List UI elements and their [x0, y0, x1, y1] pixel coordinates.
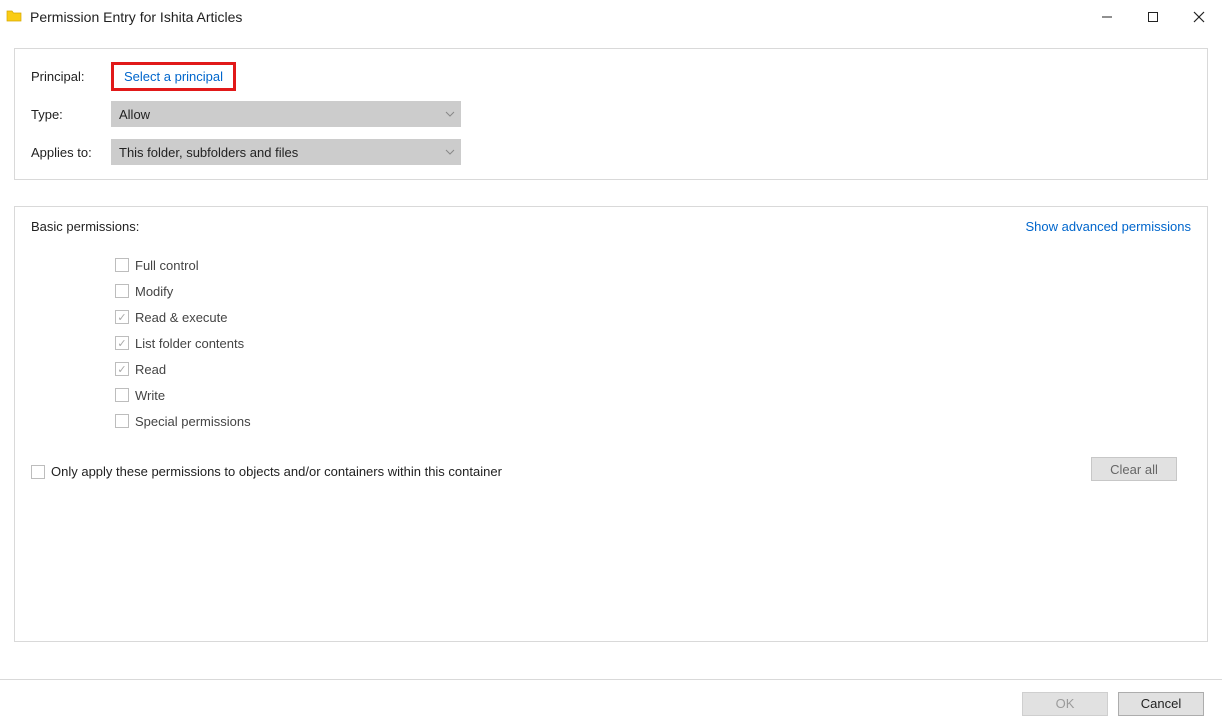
- maximize-button[interactable]: [1130, 0, 1176, 34]
- show-advanced-permissions-link[interactable]: Show advanced permissions: [1026, 219, 1191, 234]
- only-apply-checkbox[interactable]: [31, 465, 45, 479]
- close-button[interactable]: [1176, 0, 1222, 34]
- dialog-footer: OK Cancel: [0, 679, 1222, 727]
- permission-label: Read & execute: [135, 310, 228, 325]
- folder-icon: [6, 8, 22, 27]
- cancel-button[interactable]: Cancel: [1118, 692, 1204, 716]
- applies-to-dropdown[interactable]: This folder, subfolders and files: [111, 139, 461, 165]
- principal-label: Principal:: [31, 69, 111, 84]
- permissions-panel: Basic permissions: Show advanced permiss…: [14, 206, 1208, 642]
- permission-label: List folder contents: [135, 336, 244, 351]
- applies-to-label: Applies to:: [31, 145, 111, 160]
- permission-label: Special permissions: [135, 414, 251, 429]
- permission-label: Write: [135, 388, 165, 403]
- permission-item: Special permissions: [115, 408, 1191, 434]
- permission-item: Modify: [115, 278, 1191, 304]
- permission-checkbox[interactable]: [115, 336, 129, 350]
- permission-item: Read: [115, 356, 1191, 382]
- type-value: Allow: [119, 107, 150, 122]
- minimize-button[interactable]: [1084, 0, 1130, 34]
- permission-label: Full control: [135, 258, 199, 273]
- title-bar: Permission Entry for Ishita Articles: [0, 0, 1222, 34]
- permission-item: List folder contents: [115, 330, 1191, 356]
- permission-item: Read & execute: [115, 304, 1191, 330]
- clear-all-button[interactable]: Clear all: [1091, 457, 1177, 481]
- chevron-down-icon: [445, 107, 455, 122]
- select-principal-link[interactable]: Select a principal: [111, 62, 236, 91]
- permission-checkbox[interactable]: [115, 414, 129, 428]
- permission-checkbox[interactable]: [115, 310, 129, 324]
- permission-item: Write: [115, 382, 1191, 408]
- basic-permissions-header: Basic permissions:: [31, 219, 139, 234]
- window-title: Permission Entry for Ishita Articles: [30, 9, 242, 25]
- only-apply-label: Only apply these permissions to objects …: [51, 464, 502, 479]
- type-label: Type:: [31, 107, 111, 122]
- permission-checkbox[interactable]: [115, 388, 129, 402]
- applies-to-value: This folder, subfolders and files: [119, 145, 298, 160]
- permission-item: Full control: [115, 252, 1191, 278]
- permission-checkbox[interactable]: [115, 258, 129, 272]
- ok-button[interactable]: OK: [1022, 692, 1108, 716]
- permission-label: Modify: [135, 284, 173, 299]
- type-dropdown[interactable]: Allow: [111, 101, 461, 127]
- window-controls: [1084, 0, 1222, 34]
- principal-panel: Principal: Select a principal Type: Allo…: [14, 48, 1208, 180]
- permission-label: Read: [135, 362, 166, 377]
- permission-checkbox[interactable]: [115, 284, 129, 298]
- chevron-down-icon: [445, 145, 455, 160]
- permission-checkbox[interactable]: [115, 362, 129, 376]
